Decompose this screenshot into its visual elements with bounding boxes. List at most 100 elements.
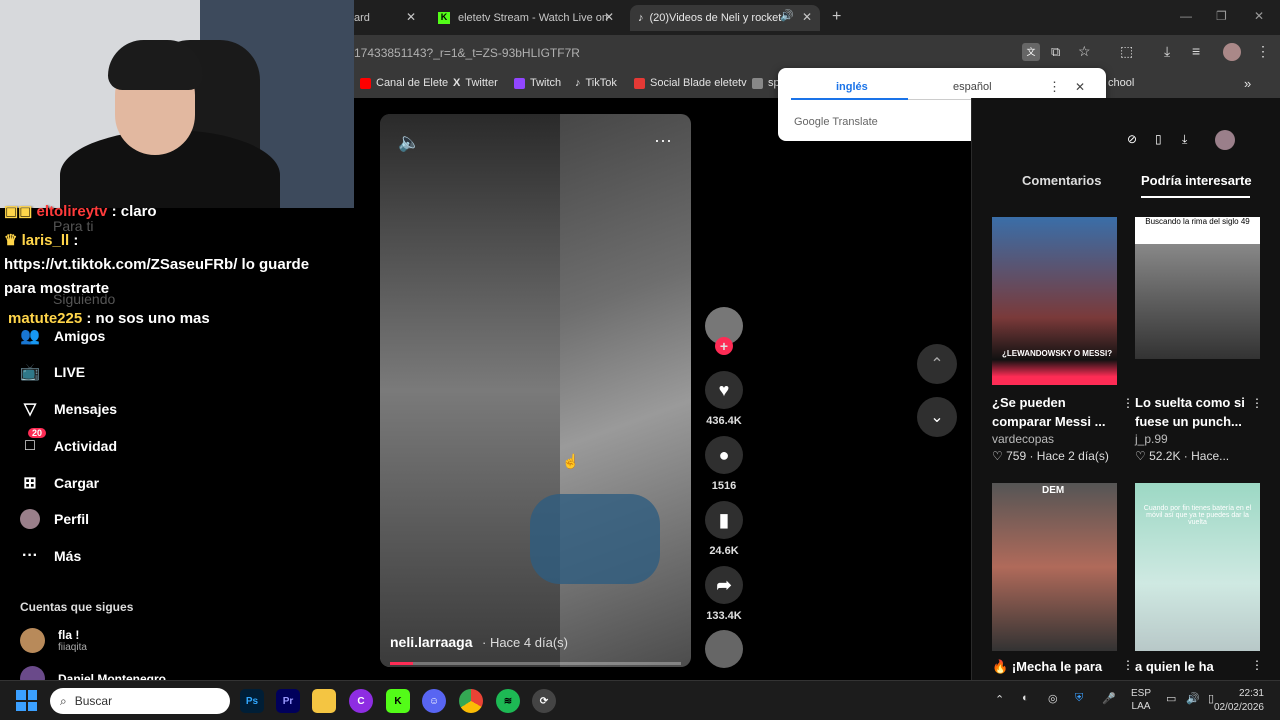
like-button[interactable]: ♥ 436.4K [703,371,745,427]
windows-taskbar: ⌕ Buscar Ps Pr C K ☺ ≋ ⟳ ⌃ ◐ ◎ ⛨ 🎤 ESP LAA… [0,680,1280,720]
bookmark-twitter[interactable]: X Twitter [453,77,498,89]
avatar [20,628,45,653]
card-title[interactable]: a quien le ha [1135,657,1214,676]
card-menu-icon[interactable]: ⋮ [1251,396,1263,410]
premiere-icon[interactable]: Pr [276,689,300,713]
video-thumbnail[interactable]: Buscando la rima del siglo 49 [1135,217,1260,359]
photoshop-icon[interactable]: Ps [240,689,264,713]
card-menu-icon[interactable]: ⋮ [1122,658,1134,672]
sound-avatar[interactable] [703,630,745,674]
sidebar-item-perfil[interactable]: Perfil [20,509,89,529]
comment-button[interactable]: ● 1516 [703,436,745,492]
share-button[interactable]: ➦ 133.4K [703,566,745,622]
steam-icon[interactable]: ◎ [1048,692,1058,705]
video-author[interactable]: neli.larraaga [390,634,473,650]
tab-kick[interactable]: K eletetv Stream - Watch Live on ✕ [432,5,622,31]
translate-icon[interactable]: 文 [1022,43,1040,61]
defender-icon[interactable]: ⛨ [1075,692,1083,705]
chat-line: ▣▣ eltolireytv : claro [4,203,157,220]
progress-track[interactable] [390,662,681,665]
following-account[interactable]: fla ! fiiaqita [20,628,87,653]
tray-app-icon[interactable]: ◐ [1022,692,1029,704]
windows-start-icon[interactable] [16,690,37,711]
download-icon[interactable]: ⤓ [1164,43,1170,60]
card-title[interactable]: Lo suelta como si fuese un punch... [1135,393,1260,431]
card-menu-icon[interactable]: ⋮ [1122,396,1134,410]
bookmark-school[interactable]: chool [1108,77,1134,89]
close-tab-icon[interactable]: ✕ [604,10,614,24]
next-video-button[interactable]: ⌄ [917,397,957,437]
microphone-icon[interactable]: 🎤 [1102,692,1116,705]
bookmark-tiktok[interactable]: ♪ TikTok [575,77,617,89]
app-icon[interactable]: C [349,689,373,713]
more-options-icon[interactable]: ··· [654,130,672,151]
kick-icon[interactable]: K [386,689,410,713]
user-avatar[interactable] [1215,130,1235,150]
menu-icon[interactable]: ⋮ [1256,43,1270,60]
person-hair [108,40,203,90]
language-indicator[interactable]: ESP LAA [1131,687,1151,713]
lang-to-tab[interactable]: español [953,81,992,93]
bookmark-star-icon[interactable]: ☆ [1078,43,1091,60]
video-thumbnail[interactable]: Cuando por fin tienes batería en el móvi… [1135,483,1260,651]
previous-video-button[interactable]: ⌃ [917,344,957,384]
card-title[interactable]: ¿Se pueden comparar Messi ... [992,393,1117,431]
network-icon[interactable]: ▭ [1166,692,1176,705]
bookmark-canal[interactable]: Canal de Elete [360,77,448,89]
follow-plus-icon[interactable]: + [715,337,733,355]
video-thumbnail[interactable]: DEM [992,483,1117,651]
card-author[interactable]: vardecopas [992,432,1054,446]
discord-icon[interactable]: ☺ [422,689,446,713]
bookmark-socialblade[interactable]: Social Blade eletetv [634,77,747,89]
tab-dashboard[interactable]: ard ✕ [354,5,424,31]
url-field[interactable]: 17433851143?_r=1&_t=ZS-93bHLIGTF7R [354,46,580,60]
webcam-overlay [0,0,354,208]
video-thumbnail[interactable]: ¿LEWANDOWSKY O MESSI? [992,217,1117,385]
close-tab-icon[interactable]: ✕ [802,10,812,24]
extensions-icon[interactable]: ⬚ [1120,43,1133,60]
tab-tiktok[interactable]: ♪ (20)Videos de Neli y rocket 🔊 ✕ [630,5,820,31]
speaker-icon[interactable]: 🔊 [780,9,794,22]
save-button[interactable]: ▮ 24.6K [703,501,745,557]
card-title[interactable]: 🔥 ¡Mecha le para [992,657,1102,676]
minimize-icon[interactable]: — [1180,9,1192,23]
sidebar-item-live[interactable]: 📺 LIVE [20,362,85,382]
volume-icon[interactable]: 🔊 [1186,692,1200,705]
card-author[interactable]: j_p.99 [1135,432,1168,446]
profile-avatar[interactable] [1223,43,1241,61]
tray-chevron-icon[interactable]: ⌃ [995,693,1004,706]
media-icon[interactable]: ≡ [1192,43,1200,59]
volume-icon[interactable]: 🔈 [398,132,420,153]
sidebar-item-actividad[interactable]: □ 20 Actividad [20,428,117,456]
video-player[interactable]: 🔈 ··· neli.larraaga · Hace 4 día(s) [380,114,691,667]
spotify-icon[interactable]: ≋ [496,689,520,713]
close-icon[interactable]: ✕ [1075,80,1085,94]
tab-podria-interesarte[interactable]: Podría interesarte [1141,173,1252,188]
chrome-icon[interactable] [459,689,483,713]
bookmark-twitch[interactable]: Twitch [514,77,561,89]
heart-icon: ♥ [705,371,743,409]
lang-from-tab[interactable]: inglés [836,81,868,93]
sidebar-item-mensajes[interactable]: ▽ Mensajes [20,399,117,419]
app-icon[interactable]: ⟳ [532,689,556,713]
author-avatar-button[interactable]: + [703,307,745,355]
bookmark-sp[interactable]: sp [752,77,780,89]
cast-icon[interactable]: ⧉ [1051,44,1060,60]
clock[interactable]: 22:31 02/02/2026 [1212,687,1264,715]
phone-icon[interactable]: ▯ [1155,132,1162,146]
close-window-icon[interactable]: ✕ [1254,9,1264,23]
maximize-icon[interactable]: ❐ [1216,9,1227,23]
sidebar-item-cargar[interactable]: ⊞ Cargar [20,473,99,493]
card-menu-icon[interactable]: ⋮ [1251,658,1263,672]
close-tab-icon[interactable]: ✕ [406,10,416,24]
file-explorer-icon[interactable] [312,689,336,713]
more-bookmarks-icon[interactable]: » [1244,76,1251,91]
search-box[interactable]: ⌕ Buscar [50,688,230,714]
tab-comentarios[interactable]: Comentarios [1022,173,1101,188]
sidebar-item-mas[interactable]: ··· Más [20,546,81,566]
upload-icon: ⊞ [23,475,37,492]
new-tab-icon[interactable]: + [832,8,841,26]
download-app-icon[interactable]: ⤓ [1182,132,1187,147]
options-icon[interactable]: ⋮ [1048,79,1061,95]
compass-icon[interactable]: ⊘ [1127,132,1137,146]
